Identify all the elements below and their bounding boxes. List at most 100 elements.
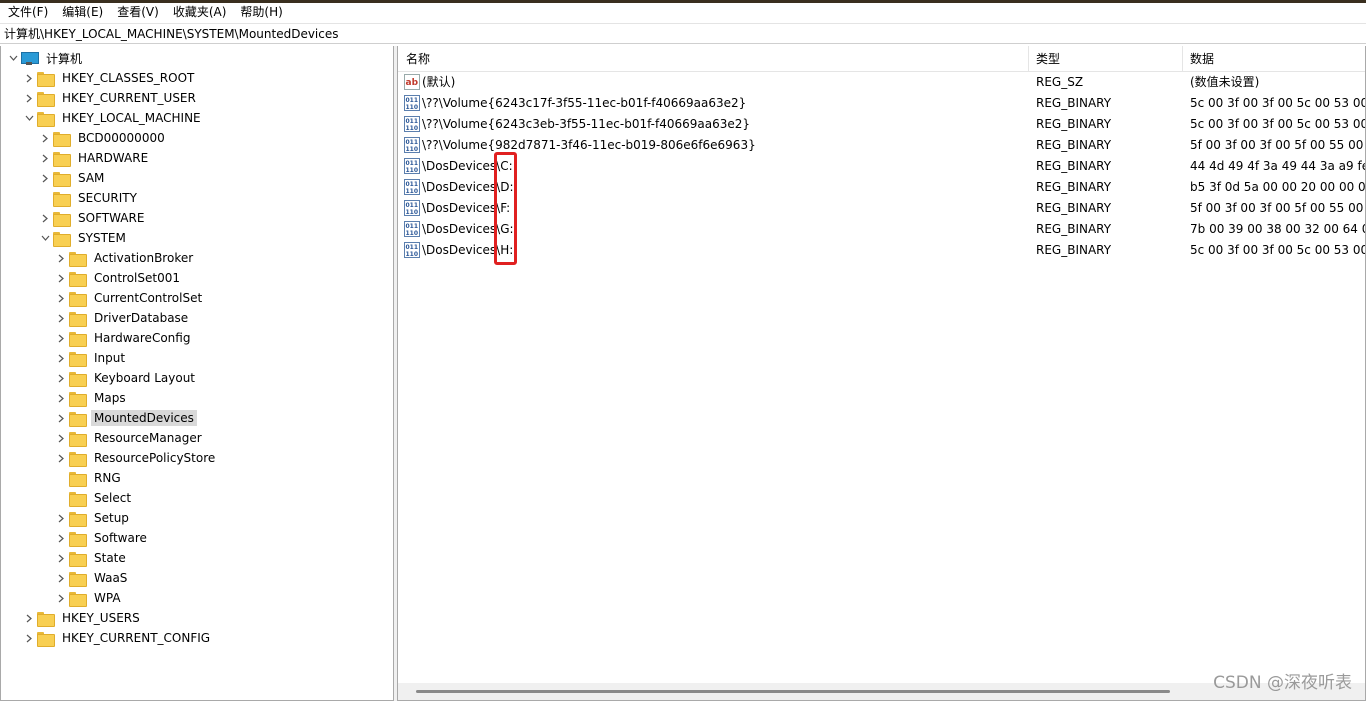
table-row[interactable]: 011 110 \DosDevices\G: REG_BINARY 7b 00 39 0…	[398, 219, 1365, 240]
tree-item-label: BCD00000000	[78, 131, 165, 145]
table-row[interactable]: 011 110 \DosDevices\C: REG_BINARY 44 4d 49 4…	[398, 156, 1366, 177]
computer-icon	[21, 51, 39, 65]
tree-item-bcd00000000[interactable]: BCD00000000	[39, 128, 168, 148]
binary-value-icon: 011 110	[404, 179, 420, 195]
folder-icon	[69, 371, 87, 387]
tree-item-input[interactable]: Input	[55, 348, 128, 368]
value-data: 44 4d 49 4f 3a 49 44 3a a9 fe	[1190, 159, 1366, 173]
svg-text:110: 110	[406, 167, 419, 174]
chevron-right-icon[interactable]	[55, 388, 67, 408]
chevron-right-icon[interactable]	[39, 148, 51, 168]
tree-item-resourcepolicystore[interactable]: ResourcePolicyStore	[55, 448, 218, 468]
chevron-right-icon[interactable]	[55, 548, 67, 568]
chevron-right-icon[interactable]	[39, 208, 51, 228]
chevron-right-icon[interactable]	[55, 568, 67, 588]
tree-item-hkcc[interactable]: HKEY_CURRENT_CONFIG	[23, 628, 213, 648]
table-row[interactable]: 011 110 \??\Volume{982d7871-3f46-11ec-b019…	[398, 135, 1365, 156]
menu-favorites[interactable]: 收藏夹(A)	[169, 3, 231, 22]
tree-item-rng[interactable]: RNG	[55, 468, 124, 488]
binary-value-icon: 011 110	[404, 221, 420, 237]
chevron-right-icon[interactable]	[55, 408, 67, 428]
value-type: REG_BINARY	[1036, 243, 1112, 257]
tree-item-label: WaaS	[94, 571, 128, 585]
tree-item-hkcu[interactable]: HKEY_CURRENT_USER	[23, 88, 199, 108]
chevron-right-icon[interactable]	[55, 268, 67, 288]
key-tree-pane[interactable]: 计算机 HKEY_CLASSES_ROOT HKEY_CURRENT_USER HKE…	[0, 46, 394, 701]
tree-item-driverdatabase[interactable]: DriverDatabase	[55, 308, 191, 328]
chevron-right-icon[interactable]	[39, 168, 51, 188]
chevron-right-icon[interactable]	[55, 288, 67, 308]
chevron-right-icon[interactable]	[55, 428, 67, 448]
values-list-pane[interactable]: 名称 类型 数据 ab (默认) REG_SZ (数值未设置) 011 110 \??\Vo…	[397, 46, 1366, 701]
svg-text:110: 110	[406, 251, 419, 258]
scrollbar-thumb[interactable]	[416, 690, 1170, 693]
table-row[interactable]: 011 110 \DosDevices\D: REG_BINARY b5 3f 0d 5…	[398, 177, 1365, 198]
chevron-right-icon[interactable]	[55, 508, 67, 528]
chevron-right-icon[interactable]	[55, 328, 67, 348]
tree-item-activationbroker[interactable]: ActivationBroker	[55, 248, 196, 268]
chevron-right-icon[interactable]	[23, 608, 35, 628]
value-type: REG_BINARY	[1036, 159, 1112, 173]
tree-item-hku[interactable]: HKEY_USERS	[23, 608, 143, 628]
chevron-right-icon[interactable]	[39, 128, 51, 148]
tree-item-wpa[interactable]: WPA	[55, 588, 124, 608]
tree-item-maps[interactable]: Maps	[55, 388, 129, 408]
tree-item-waas[interactable]: WaaS	[55, 568, 130, 588]
binary-value-icon: 011 110	[404, 95, 420, 111]
tree-item-hardware[interactable]: HARDWARE	[39, 148, 151, 168]
chevron-right-icon[interactable]	[55, 368, 67, 388]
tree-item-state[interactable]: State	[55, 548, 129, 568]
tree-item-software[interactable]: SOFTWARE	[39, 208, 147, 228]
tree-item-computer[interactable]: 计算机	[7, 48, 85, 68]
chevron-down-icon[interactable]	[23, 108, 35, 128]
tree-item-security[interactable]: SECURITY	[39, 188, 140, 208]
tree-item-select[interactable]: Select	[55, 488, 134, 508]
chevron-right-icon[interactable]	[23, 88, 35, 108]
tree-item-hkcr[interactable]: HKEY_CLASSES_ROOT	[23, 68, 197, 88]
tree-item-mounteddevices[interactable]: MountedDevices	[55, 408, 197, 428]
column-header-data[interactable]: 数据	[1182, 46, 1365, 72]
svg-text:011: 011	[406, 160, 419, 167]
table-row[interactable]: 011 110 \DosDevices\F: REG_BINARY 5f 00 3f 0…	[398, 198, 1365, 219]
chevron-right-icon[interactable]	[55, 248, 67, 268]
chevron-right-icon[interactable]	[55, 308, 67, 328]
tree-item-hklm[interactable]: HKEY_LOCAL_MACHINE	[23, 108, 204, 128]
tree-item-keyboard-layout[interactable]: Keyboard Layout	[55, 368, 198, 388]
chevron-down-icon[interactable]	[7, 48, 19, 68]
value-data: 5c 00 3f 00 3f 00 5c 00 53 00 4	[1190, 96, 1366, 110]
chevron-down-icon[interactable]	[39, 228, 51, 248]
chevron-right-icon[interactable]	[23, 628, 35, 648]
tree-item-sam[interactable]: SAM	[39, 168, 107, 188]
folder-icon	[53, 131, 71, 147]
table-row[interactable]: 011 110 \??\Volume{6243c17f-3f55-11ec-b01f…	[398, 93, 1366, 114]
address-bar[interactable]: 计算机\HKEY_LOCAL_MACHINE\SYSTEM\MountedDev…	[0, 23, 1366, 44]
table-row[interactable]: ab (默认) REG_SZ (数值未设置)	[398, 72, 1365, 93]
column-header-type[interactable]: 类型	[1028, 46, 1182, 72]
chevron-right-icon[interactable]	[55, 588, 67, 608]
menu-help[interactable]: 帮助(H)	[236, 3, 286, 22]
tree-item-label: MountedDevices	[91, 410, 197, 426]
tree-item-currentcontrolset[interactable]: CurrentControlSet	[55, 288, 205, 308]
menu-edit[interactable]: 编辑(E)	[58, 3, 107, 22]
tree-item-hardwareconfig[interactable]: HardwareConfig	[55, 328, 193, 348]
chevron-right-icon[interactable]	[55, 348, 67, 368]
tree-item-resourcemanager[interactable]: ResourceManager	[55, 428, 205, 448]
chevron-right-icon[interactable]	[55, 528, 67, 548]
folder-icon	[53, 231, 71, 247]
menu-file[interactable]: 文件(F)	[4, 3, 52, 22]
column-header-name[interactable]: 名称	[398, 46, 1028, 72]
address-path[interactable]: 计算机\HKEY_LOCAL_MACHINE\SYSTEM\MountedDev…	[4, 25, 339, 42]
tree-item-setup[interactable]: Setup	[55, 508, 132, 528]
tree-item-system[interactable]: SYSTEM	[39, 228, 129, 248]
tree-item-controlset001[interactable]: ControlSet001	[55, 268, 183, 288]
menu-view[interactable]: 查看(V)	[113, 3, 163, 22]
table-row[interactable]: 011 110 \DosDevices\H: REG_BINARY 5c 00 3f 0…	[398, 240, 1365, 261]
chevron-right-icon[interactable]	[23, 68, 35, 88]
svg-text:011: 011	[406, 118, 419, 125]
tree-item-software[interactable]: Software	[55, 528, 150, 548]
watermark: CSDN @深夜听表	[1213, 673, 1352, 693]
table-row[interactable]: 011 110 \??\Volume{6243c3eb-3f55-11ec-b01f…	[398, 114, 1365, 135]
chevron-right-icon[interactable]	[55, 448, 67, 468]
